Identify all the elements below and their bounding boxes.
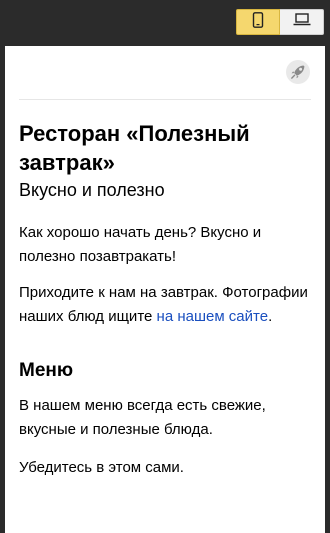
menu-heading: Меню xyxy=(19,360,74,381)
preview-header xyxy=(19,46,311,100)
device-toggle xyxy=(236,9,324,35)
page-content: Ресторан «Полезный завтрак» Вкусно и пол… xyxy=(5,119,325,480)
visit-end: . xyxy=(268,308,273,325)
page-preview: Ресторан «Полезный завтрак» Вкусно и пол… xyxy=(5,46,325,533)
desktop-view-button[interactable] xyxy=(280,9,324,35)
page-subtitle: Вкусно и полезно xyxy=(19,180,165,200)
menu-cta-paragraph: Убедитесь в этом сами. xyxy=(19,459,184,476)
rocket-icon[interactable] xyxy=(285,59,311,85)
visit-paragraph: Приходите к нам на завтрак. Фотографии н… xyxy=(19,281,311,329)
preview-toolbar xyxy=(0,0,330,46)
mobile-phone-icon xyxy=(252,11,264,33)
website-link[interactable]: на нашем сайте xyxy=(157,308,269,325)
laptop-icon xyxy=(293,13,311,31)
intro-paragraph: Как хорошо начать день? Вкусно и полезно… xyxy=(19,224,262,265)
page-title: Ресторан «Полезный завтрак» xyxy=(19,121,250,175)
menu-paragraph: В нашем меню всегда есть свежие, вкусные… xyxy=(19,397,266,438)
mobile-view-button[interactable] xyxy=(236,9,280,35)
